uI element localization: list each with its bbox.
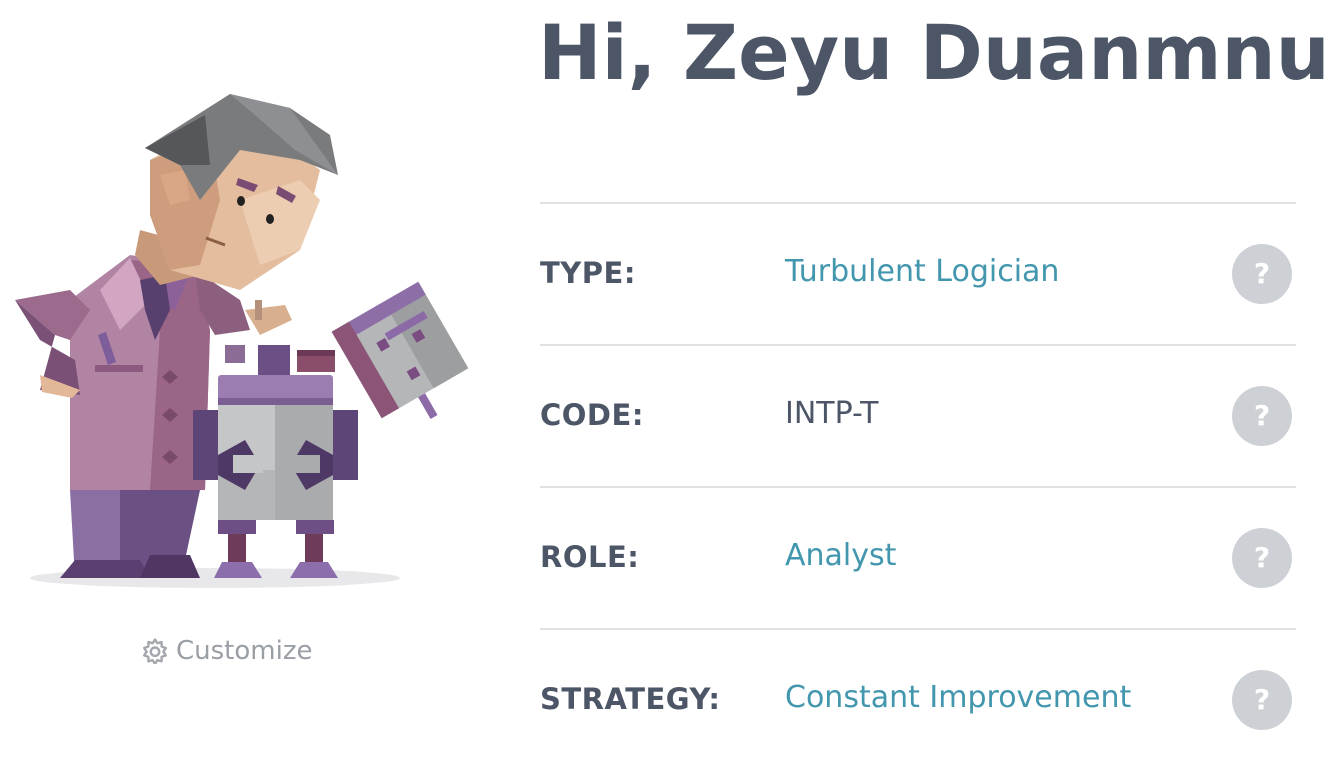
role-value-link[interactable]: Analyst — [785, 538, 896, 573]
profile-row-role: ROLE: Analyst ? — [540, 486, 1296, 628]
gear-icon — [143, 638, 167, 664]
type-help-icon[interactable]: ? — [1232, 244, 1292, 304]
greeting-heading: Hi, Zeyu Duanmnu! — [538, 8, 1338, 97]
row-label: TYPE: — [540, 256, 636, 290]
strategy-help-icon[interactable]: ? — [1232, 670, 1292, 730]
code-value: INTP-T — [785, 396, 879, 431]
role-help-icon[interactable]: ? — [1232, 528, 1292, 588]
customize-button[interactable]: Customize — [142, 636, 312, 666]
logician-avatar-illustration — [15, 94, 469, 588]
profile-row-type: TYPE: Turbulent Logician ? — [540, 202, 1296, 344]
row-label: STRATEGY: — [540, 682, 721, 716]
type-value-link[interactable]: Turbulent Logician — [785, 254, 1059, 289]
customize-label: Customize — [176, 636, 313, 666]
strategy-value-link[interactable]: Constant Improvement — [785, 680, 1131, 715]
profile-summary: TYPE: Turbulent Logician ? CODE: INTP-T … — [540, 202, 1296, 770]
code-help-icon[interactable]: ? — [1232, 386, 1292, 446]
row-label: ROLE: — [540, 540, 640, 574]
profile-row-strategy: STRATEGY: Constant Improvement ? — [540, 628, 1296, 770]
profile-row-code: CODE: INTP-T ? — [540, 344, 1296, 486]
row-label: CODE: — [540, 398, 644, 432]
